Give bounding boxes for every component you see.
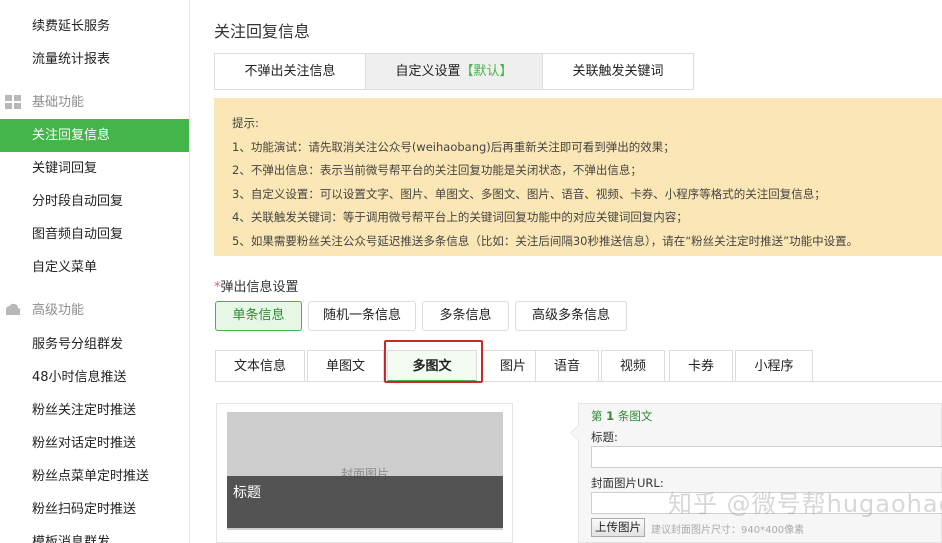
sidebar-item-group-broadcast[interactable]: 服务号分组群发	[0, 328, 189, 361]
reply-mode-tabs: 不弹出关注信息 自定义设置【默认】 关联触发关键词	[214, 53, 694, 90]
tab-single-message[interactable]: 单条信息	[215, 301, 302, 331]
sidebar-section-advanced: 高级功能	[0, 294, 189, 327]
sidebar-item-timed-auto-reply[interactable]: 分时段自动回复	[0, 185, 189, 218]
article-title-preview: 标题	[233, 485, 261, 501]
sidebar-item-chat-timed-push[interactable]: 粉丝对话定时推送	[0, 427, 189, 460]
cover-image-placeholder[interactable]: 封面图片 标题	[227, 412, 503, 530]
editor-header-number: 1	[606, 409, 615, 423]
message-count-tabs: 单条信息 随机一条信息 多条信息 高级多条信息	[215, 301, 627, 331]
editor-header: 第 1 条图文	[591, 408, 652, 424]
editor-header-prefix: 第	[591, 409, 603, 423]
default-tag: 【默认】	[460, 64, 513, 79]
tab-voice[interactable]: 语音	[535, 350, 599, 381]
sidebar-section-advanced-label: 高级功能	[32, 303, 85, 318]
tab-card[interactable]: 卡券	[669, 350, 733, 381]
editor-header-suffix: 条图文	[617, 409, 653, 423]
title-field[interactable]	[591, 446, 942, 468]
upload-image-button[interactable]: 上传图片	[591, 518, 645, 537]
sidebar-item-renewal[interactable]: 续费延长服务	[0, 10, 189, 43]
tip-line-3: 3、自定义设置：可以设置文字、图片、单图文、多图文、图片、语音、视频、卡券、小程…	[232, 186, 826, 201]
selection-highlight	[384, 340, 483, 383]
tip-line-4: 4、关联触发关键词：等于调用微号帮平台上的关键词回复功能中的对应关键词回复内容；	[232, 210, 688, 224]
sidebar-section-basic-label: 基础功能	[32, 95, 85, 110]
sidebar-item-custom-menu[interactable]: 自定义菜单	[0, 251, 189, 284]
sidebar-item-48h-push[interactable]: 48小时信息推送	[0, 361, 189, 394]
sidebar-item-follow-timed-push[interactable]: 粉丝关注定时推送	[0, 394, 189, 427]
cover-url-label: 封面图片URL:	[591, 476, 664, 490]
sidebar: 续费延长服务 流量统计报表 基础功能 关注回复信息 关键词回复 分时段自动回复 …	[0, 0, 190, 543]
sidebar-item-scan-timed-push[interactable]: 粉丝扫码定时推送	[0, 493, 189, 526]
cover-title-bar: 标题	[227, 476, 503, 528]
tab-custom-settings-label: 自定义设置	[395, 64, 461, 79]
tip-line-5: 5、如果需要粉丝关注公众号延迟推送多条信息（比如：关注后间隔30秒推送信息），请…	[232, 233, 859, 248]
tab-mini-program[interactable]: 小程序	[735, 350, 813, 381]
tab-video[interactable]: 视频	[601, 350, 665, 381]
sidebar-item-media-auto-reply[interactable]: 图音频自动回复	[0, 218, 189, 251]
sidebar-item-menu-timed-push[interactable]: 粉丝点菜单定时推送	[0, 460, 189, 493]
article-editor: 第 1 条图文 标题: 封面图片URL: 上传图片 建议封面图片尺寸：940*4…	[570, 403, 942, 543]
popup-settings-text: 弹出信息设置	[220, 280, 299, 295]
watermark: 知乎 @微号帮hugaohao123	[668, 490, 942, 518]
tab-multi-message[interactable]: 多条信息	[422, 301, 509, 331]
tab-text[interactable]: 文本信息	[215, 350, 305, 381]
editor-pointer	[570, 424, 579, 442]
tip-line-2: 2、不弹出信息：表示当前微号帮平台的关注回复功能是关闭状态，不弹出信息；	[232, 163, 642, 177]
popup-settings-label: *弹出信息设置	[214, 276, 299, 295]
upload-size-hint: 建议封面图片尺寸：940*400像素	[651, 525, 805, 536]
tab-custom-settings[interactable]: 自定义设置【默认】	[366, 54, 543, 89]
sidebar-item-template-broadcast[interactable]: 模板消息群发	[0, 526, 189, 543]
grid-icon	[5, 95, 21, 109]
content-type-tabs: 文本信息 单图文 多图文 图片 语音 视频 卡券 小程序	[215, 350, 942, 382]
title-field-label: 标题:	[591, 430, 618, 444]
tip-heading: 提示:	[232, 116, 259, 130]
page-title: 关注回复信息	[214, 22, 311, 41]
sidebar-item-follow-reply[interactable]: 关注回复信息	[0, 119, 189, 152]
sidebar-section-basic: 基础功能	[0, 86, 189, 119]
tips-box: 提示: 1、功能演试：请先取消关注公众号(weihaobang)后再重新关注即可…	[214, 98, 942, 256]
article-preview: 封面图片 标题	[216, 403, 513, 543]
tip-line-1: 1、功能演试：请先取消关注公众号(weihaobang)后再重新关注即可看到弹出…	[232, 139, 675, 154]
tab-single-article[interactable]: 单图文	[307, 350, 384, 381]
tab-no-popup[interactable]: 不弹出关注信息	[215, 54, 366, 89]
tab-random-message[interactable]: 随机一条信息	[308, 301, 416, 331]
tab-link-keyword[interactable]: 关联触发关键词	[543, 54, 693, 89]
tab-advanced-multi-message[interactable]: 高级多条信息	[515, 301, 627, 331]
sidebar-item-keyword-reply[interactable]: 关键词回复	[0, 152, 189, 185]
sidebar-item-traffic-stats[interactable]: 流量统计报表	[0, 43, 189, 76]
cloud-icon	[6, 303, 21, 315]
